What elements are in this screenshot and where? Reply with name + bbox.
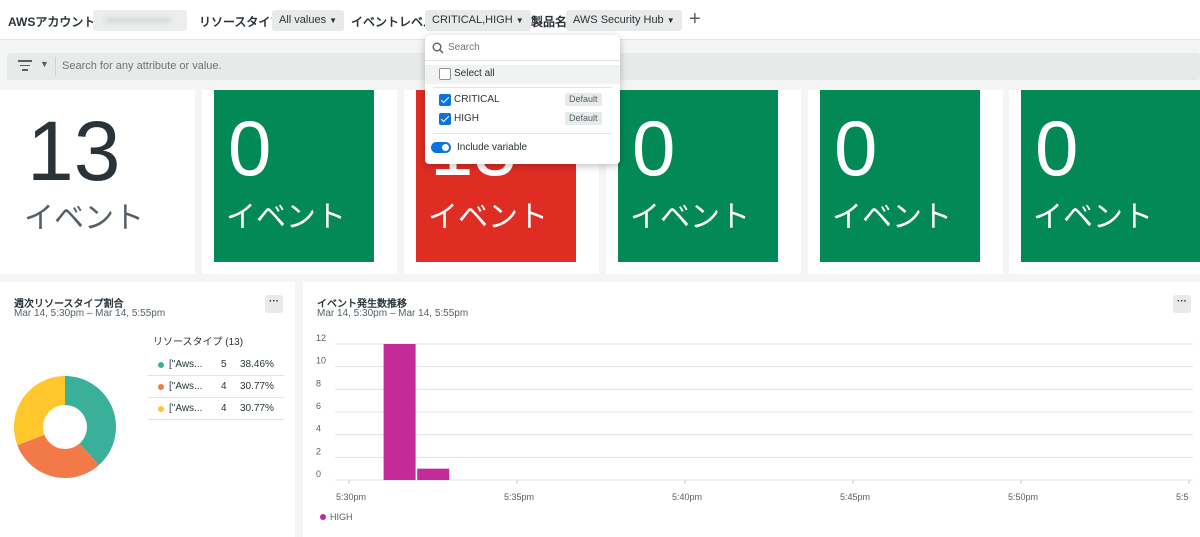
kpi-tile: 0 イベント [202, 90, 397, 274]
chart-bar[interactable] [417, 468, 450, 480]
filter-divider [55, 57, 56, 76]
kpi-value: 0 [1035, 104, 1079, 192]
x-tick-label: 5:45pm [840, 492, 870, 502]
legend-percent: 38.46% [240, 359, 274, 370]
kpi-tile-total: 13 イベント [0, 90, 195, 274]
pie-chart [13, 376, 117, 478]
y-tick-label: 10 [316, 356, 326, 366]
y-tick-label: 8 [316, 378, 321, 388]
kpi-unit: イベント [1033, 201, 1153, 234]
chart-bar[interactable] [383, 344, 416, 480]
include-variable-row[interactable]: Include variable [425, 139, 620, 158]
kpi-unit: イベント [630, 201, 750, 234]
bar-panel-more-button[interactable]: ··· [1173, 295, 1191, 313]
filter-search-input[interactable]: Search for any attribute or value. [62, 60, 222, 72]
event-level-select[interactable]: CRITICAL,HIGH ▼ [425, 10, 531, 31]
account-id-select[interactable] [93, 10, 187, 31]
option-label: HIGH [454, 113, 479, 124]
pie-legend-row[interactable]: ["Aws... 4 30.77% [148, 398, 284, 420]
option-critical[interactable]: CRITICAL Default [425, 91, 620, 110]
dropdown-search-placeholder: Search [448, 42, 480, 53]
product-name-value: AWS Security Hub [573, 14, 664, 26]
resource-type-label: リソースタイプ [199, 15, 283, 29]
y-tick-label: 4 [316, 424, 321, 434]
kpi-tile: 0 イベント [1009, 90, 1200, 274]
legend-dot [158, 406, 164, 412]
kpi-value: 0 [632, 104, 676, 192]
legend-dot [158, 384, 164, 390]
kpi-unit: イベント [428, 201, 548, 234]
event-level-value: CRITICAL,HIGH [432, 14, 513, 26]
resource-type-value: All values [279, 14, 327, 26]
y-tick-label: 0 [316, 469, 321, 479]
plus-icon[interactable]: + [689, 8, 701, 31]
option-high[interactable]: HIGH Default [425, 110, 620, 129]
chevron-down-icon: ▼ [329, 16, 337, 25]
option-label: CRITICAL [454, 94, 500, 105]
resource-type-select[interactable]: All values ▼ [272, 10, 344, 31]
legend-percent: 30.77% [240, 403, 274, 414]
high-checkbox[interactable] [439, 113, 451, 125]
legend-dot [320, 514, 326, 520]
dropdown-divider [433, 87, 612, 88]
chart-x-ticks: 5:30pm 5:35pm 5:40pm 5:45pm 5:50pm 5:5 [336, 480, 1190, 502]
dropdown-search[interactable]: Search [425, 35, 620, 61]
legend-percent: 30.77% [240, 381, 274, 392]
x-tick-label: 5:30pm [336, 492, 366, 502]
x-tick-label: 5:5 [1176, 492, 1189, 502]
kpi-unit: イベント [226, 201, 346, 234]
critical-checkbox[interactable] [439, 94, 451, 106]
kpi-unit: イベント [24, 202, 144, 235]
chevron-down-icon: ▼ [666, 16, 675, 25]
kpi-value: 0 [228, 104, 272, 192]
kpi-unit: イベント [832, 201, 952, 234]
pie-panel-range: Mar 14, 5:30pm – Mar 14, 5:55pm [14, 308, 166, 319]
dropdown-divider [433, 133, 612, 134]
top-filter-bar: AWSアカウントID リソースタイプ All values ▼ イベントレベル C… [0, 0, 1200, 40]
bar-panel-range: Mar 14, 5:30pm – Mar 14, 5:55pm [317, 308, 469, 319]
pie-panel-more-button[interactable]: ··· [265, 295, 283, 313]
search-icon [432, 42, 444, 54]
bar-chart: 0 2 4 6 8 10 12 5:30pm 5:35pm 5:40pm 5:45pm 5:50pm… [316, 333, 1193, 522]
y-tick-label: 2 [316, 446, 321, 456]
select-all-row[interactable]: Select all [425, 65, 620, 84]
legend-dot [158, 362, 164, 368]
default-badge: Default [565, 112, 602, 125]
legend-count: 4 [221, 381, 227, 392]
pie-legend-title: リソースタイプ (13) [153, 337, 244, 348]
legend-name: ["Aws... [169, 403, 203, 414]
chevron-down-icon: ▼ [515, 16, 524, 25]
legend-count: 4 [221, 403, 227, 414]
y-tick-label: 12 [316, 333, 326, 343]
kpi-value: 0 [834, 104, 878, 192]
kpi-tile: 0 イベント [606, 90, 801, 274]
product-name-select[interactable]: AWS Security Hub ▼ [566, 10, 682, 31]
select-all-checkbox[interactable] [439, 68, 451, 80]
legend-name: ["Aws... [169, 359, 203, 370]
kpi-value: 13 [27, 104, 121, 198]
pie-hole [43, 405, 87, 449]
legend-name: ["Aws... [169, 381, 203, 392]
legend-count: 5 [221, 359, 227, 370]
pie-legend-row[interactable]: ["Aws... 5 38.46% [148, 354, 284, 376]
select-all-label: Select all [454, 68, 495, 79]
include-variable-toggle[interactable] [431, 142, 451, 153]
legend-label[interactable]: HIGH [330, 512, 353, 522]
chart-grid: 0 2 4 6 8 10 12 [316, 333, 1193, 481]
chevron-down-icon[interactable]: ▼ [40, 59, 49, 69]
x-tick-label: 5:35pm [504, 492, 534, 502]
pie-legend-row[interactable]: ["Aws... 4 30.77% [148, 376, 284, 398]
event-level-label: イベントレベル [351, 15, 436, 29]
default-badge: Default [565, 93, 602, 106]
x-tick-label: 5:40pm [672, 492, 702, 502]
filter-icon[interactable] [18, 60, 32, 72]
kpi-tile: 0 イベント [808, 90, 1003, 274]
y-tick-label: 6 [316, 401, 321, 411]
include-variable-label: Include variable [457, 142, 528, 153]
x-tick-label: 5:50pm [1008, 492, 1038, 502]
event-level-dropdown: Search Select all CRITICAL Default HIGH … [425, 35, 620, 164]
product-name-label: 製品名 [531, 15, 568, 29]
